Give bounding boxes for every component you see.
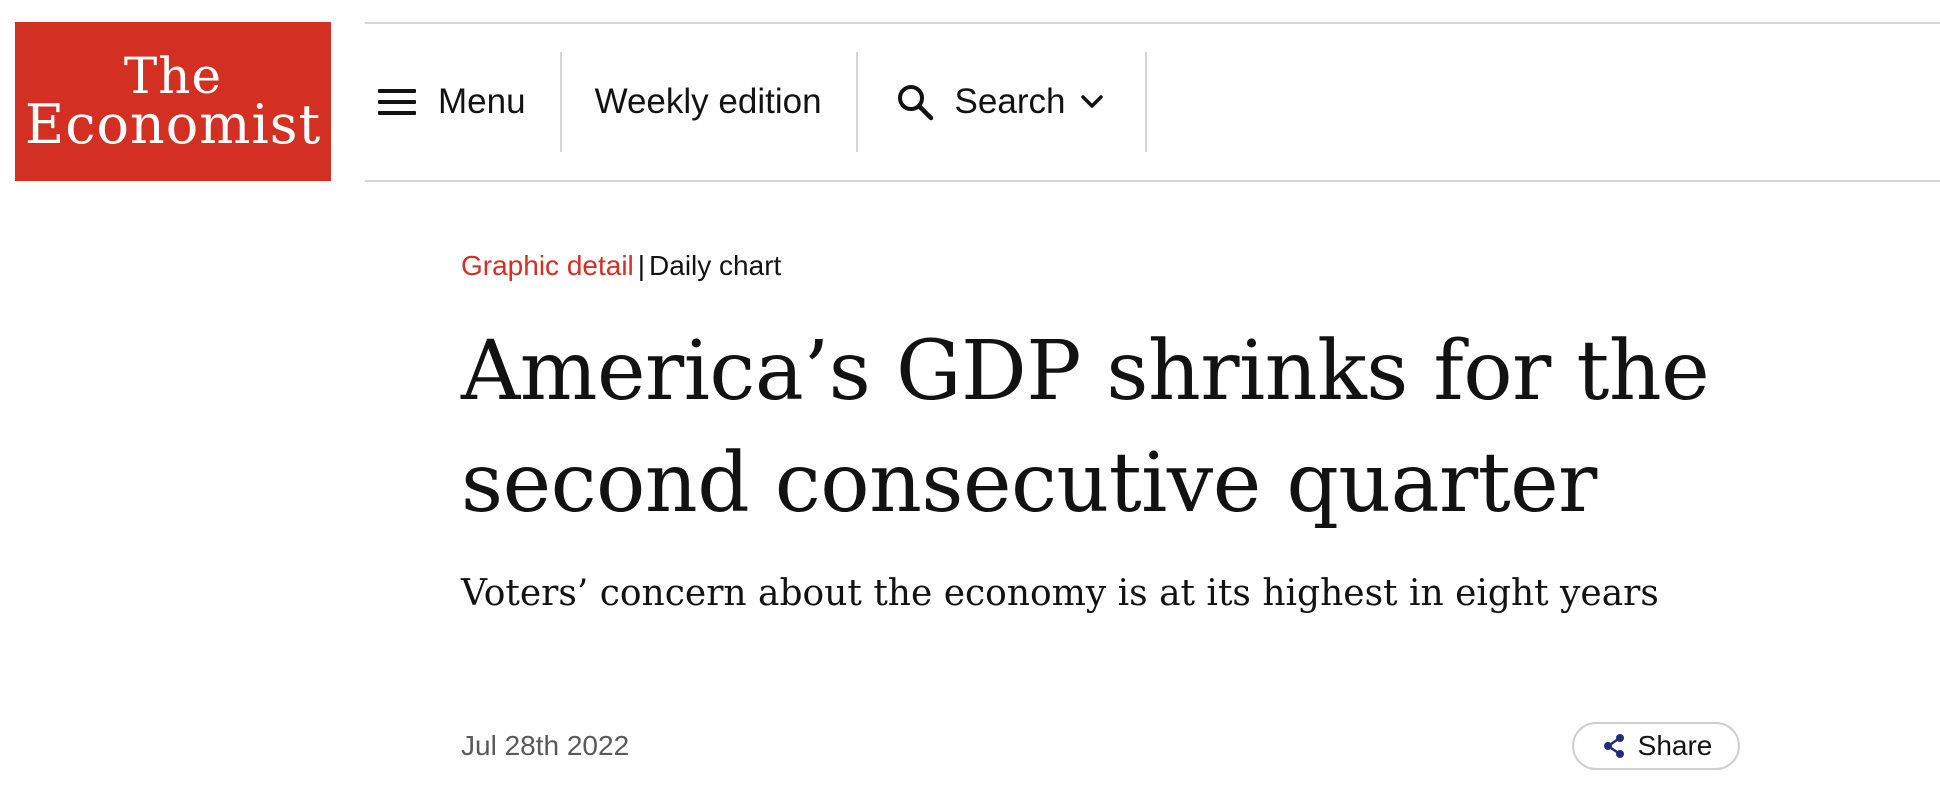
share-icon (1603, 734, 1624, 758)
publish-date: Jul 28th 2022 (461, 730, 630, 761)
logo-line-economist: Economist (24, 92, 322, 156)
search-button[interactable]: Search (858, 52, 1146, 152)
article-subheadline: Voters’ concern about the economy is at … (461, 573, 1659, 614)
article-headline: America’s GDP shrinks for the second con… (461, 324, 1710, 531)
article-rubric: Graphic detail | Daily chart (461, 250, 781, 282)
search-label: Search (954, 82, 1066, 121)
chevron-down-icon (1081, 95, 1104, 108)
weekly-edition-label: Weekly edition (594, 82, 822, 121)
rubric-separator: | (637, 250, 646, 281)
subsection-label: Daily chart (649, 250, 782, 281)
weekly-edition-link[interactable]: Weekly edition (562, 52, 856, 152)
share-label: Share (1637, 730, 1713, 761)
page: The Economist Menu Weekly edition Search (0, 0, 1940, 790)
menu-button[interactable]: Menu (365, 52, 560, 152)
search-icon (897, 85, 933, 121)
share-button[interactable]: Share (1572, 722, 1740, 770)
top-navigation: Menu Weekly edition Search (365, 22, 1940, 182)
nav-divider (1145, 52, 1148, 152)
section-link[interactable]: Graphic detail (461, 250, 634, 281)
hamburger-icon (378, 89, 416, 115)
menu-label: Menu (438, 82, 526, 121)
logo-line-the: The (123, 46, 223, 105)
economist-logo[interactable]: The Economist (15, 22, 331, 181)
